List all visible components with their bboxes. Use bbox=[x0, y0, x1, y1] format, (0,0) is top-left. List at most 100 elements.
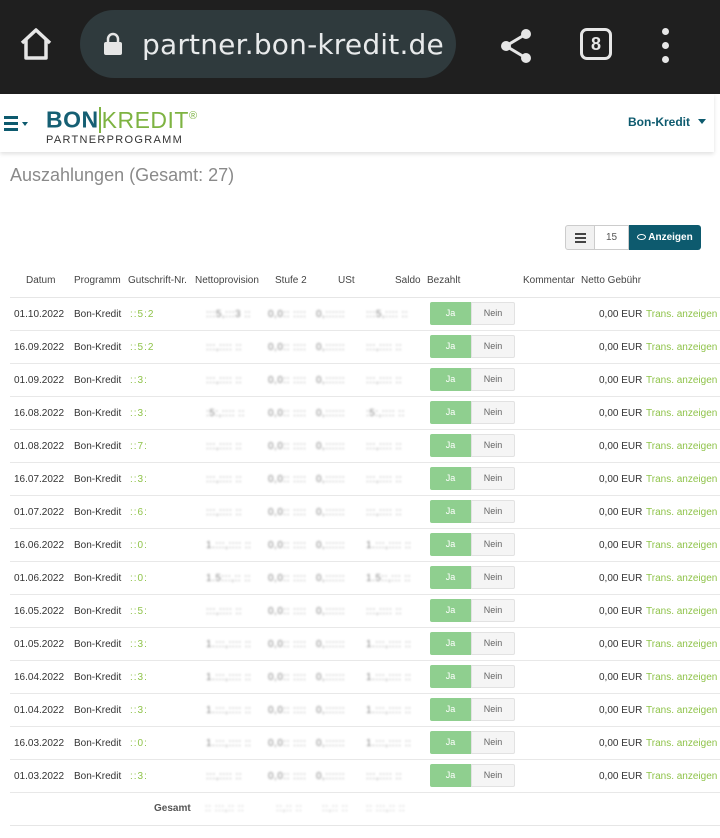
row-nettoprovision: :5:,:::: :: bbox=[206, 408, 245, 419]
row-transactions-link[interactable]: Trans. anzeigen bbox=[646, 705, 717, 716]
paid-yes-button[interactable]: Ja bbox=[430, 632, 471, 655]
paid-yes-button[interactable]: Ja bbox=[430, 434, 471, 457]
paid-no-button[interactable]: Nein bbox=[471, 731, 515, 754]
home-icon[interactable] bbox=[16, 24, 56, 64]
row-transactions-link[interactable]: Trans. anzeigen bbox=[646, 507, 717, 518]
hamburger-menu-icon[interactable] bbox=[4, 114, 30, 132]
list-icon[interactable] bbox=[565, 225, 595, 250]
row-transactions-link[interactable]: Trans. anzeigen bbox=[646, 474, 717, 485]
row-credit-number[interactable]: ::3: bbox=[130, 474, 148, 485]
paid-yes-button[interactable]: Ja bbox=[430, 500, 471, 523]
paid-yes-button[interactable]: Ja bbox=[430, 335, 471, 358]
row-transactions-link[interactable]: Trans. anzeigen bbox=[646, 639, 717, 650]
paid-no-button[interactable]: Nein bbox=[471, 599, 515, 622]
row-saldo: :::,:::: :: bbox=[366, 441, 403, 452]
paid-yes-button[interactable]: Ja bbox=[430, 467, 471, 490]
row-credit-number[interactable]: ::6: bbox=[130, 507, 148, 518]
table-body: 01.10.2022 Bon-Kredit::5:2:::5,:::3 :: 0,0… bbox=[10, 298, 720, 793]
row-saldo: 1.5::,::: :: bbox=[366, 573, 411, 584]
paid-no-button[interactable]: Nein bbox=[471, 368, 515, 391]
chevron-down-icon[interactable] bbox=[698, 119, 706, 124]
table-row: 01.09.2022 Bon-Kredit::3::::,:::: :: 0,0::… bbox=[10, 364, 720, 397]
row-nettoprovision: :::5,:::3 :: bbox=[206, 309, 251, 320]
paid-yes-button[interactable]: Ja bbox=[430, 665, 471, 688]
paid-no-button[interactable]: Nein bbox=[471, 566, 515, 589]
share-icon[interactable] bbox=[498, 26, 534, 66]
paid-no-button[interactable]: Nein bbox=[471, 401, 515, 424]
row-transactions-link[interactable]: Trans. anzeigen bbox=[646, 375, 717, 386]
row-transactions-link[interactable]: Trans. anzeigen bbox=[646, 771, 717, 782]
paid-yes-button[interactable]: Ja bbox=[430, 401, 471, 424]
paid-yes-button[interactable]: Ja bbox=[430, 533, 471, 556]
row-credit-number[interactable]: ::0: bbox=[130, 738, 148, 749]
paid-no-button[interactable]: Nein bbox=[471, 632, 515, 655]
paid-no-button[interactable]: Nein bbox=[471, 434, 515, 457]
paid-yes-button[interactable]: Ja bbox=[430, 368, 471, 391]
paid-no-button[interactable]: Nein bbox=[471, 302, 515, 325]
col-gutschrift[interactable]: Gutschrift-Nr. bbox=[128, 275, 187, 286]
browser-toolbar: partner.bon-kredit.de 8 bbox=[0, 0, 720, 94]
row-credit-number[interactable]: ::3: bbox=[130, 705, 148, 716]
paid-no-button[interactable]: Nein bbox=[471, 698, 515, 721]
paid-yes-button[interactable]: Ja bbox=[430, 698, 471, 721]
row-transactions-link[interactable]: Trans. anzeigen bbox=[646, 672, 717, 683]
row-transactions-link[interactable]: Trans. anzeigen bbox=[646, 573, 717, 584]
col-datum[interactable]: Datum bbox=[26, 275, 55, 286]
row-transactions-link[interactable]: Trans. anzeigen bbox=[646, 441, 717, 452]
row-credit-number[interactable]: ::3: bbox=[130, 771, 148, 782]
row-netto-gebuehr: 0,00 EUR bbox=[599, 474, 643, 485]
col-programm[interactable]: Programm bbox=[74, 275, 121, 286]
row-credit-number[interactable]: ::3: bbox=[130, 375, 148, 386]
url-text[interactable]: partner.bon-kredit.de bbox=[142, 28, 444, 61]
col-stufe2[interactable]: Stufe 2 bbox=[275, 275, 307, 286]
address-bar[interactable]: partner.bon-kredit.de bbox=[80, 10, 456, 78]
row-credit-number[interactable]: ::3: bbox=[130, 408, 148, 419]
paid-no-button[interactable]: Nein bbox=[471, 665, 515, 688]
paid-yes-button[interactable]: Ja bbox=[430, 764, 471, 787]
row-credit-number[interactable]: ::7: bbox=[130, 441, 148, 452]
row-credit-number[interactable]: ::3: bbox=[130, 672, 148, 683]
row-credit-number[interactable]: ::0: bbox=[130, 540, 148, 551]
paid-no-button[interactable]: Nein bbox=[471, 764, 515, 787]
row-credit-number[interactable]: ::3: bbox=[130, 639, 148, 650]
show-button[interactable]: Anzeigen bbox=[629, 225, 701, 250]
row-credit-number[interactable]: ::5:2 bbox=[130, 342, 154, 353]
row-program: Bon-Kredit bbox=[74, 540, 122, 551]
row-transactions-link[interactable]: Trans. anzeigen bbox=[646, 738, 717, 749]
row-credit-number[interactable]: ::0: bbox=[130, 573, 148, 584]
row-netto-gebuehr: 0,00 EUR bbox=[599, 738, 643, 749]
tab-switcher-button[interactable]: 8 bbox=[580, 28, 612, 60]
row-saldo: :::,:::: :: bbox=[366, 342, 403, 353]
paid-no-button[interactable]: Nein bbox=[471, 533, 515, 556]
paid-no-button[interactable]: Nein bbox=[471, 467, 515, 490]
row-credit-number[interactable]: ::5: bbox=[130, 606, 148, 617]
col-nettoprovision[interactable]: Nettoprovision bbox=[195, 275, 259, 286]
overflow-menu-icon[interactable] bbox=[654, 26, 678, 66]
row-stufe2: 0,0:: :::: bbox=[268, 573, 307, 584]
row-date: 16.05.2022 bbox=[14, 606, 65, 617]
row-transactions-link[interactable]: Trans. anzeigen bbox=[646, 540, 717, 551]
per-page-input[interactable]: 15 bbox=[595, 225, 629, 250]
row-transactions-link[interactable]: Trans. anzeigen bbox=[646, 606, 717, 617]
row-transactions-link[interactable]: Trans. anzeigen bbox=[646, 309, 717, 320]
row-ust: 0,:::::: bbox=[316, 342, 346, 353]
account-menu[interactable]: Bon-Kredit bbox=[628, 115, 690, 129]
row-saldo: :::,:::: :: bbox=[366, 771, 403, 782]
paid-no-button[interactable]: Nein bbox=[471, 500, 515, 523]
bon-kredit-logo[interactable]: BON KREDIT® PARTNERPROGRAMM bbox=[46, 104, 198, 146]
paid-yes-button[interactable]: Ja bbox=[430, 566, 471, 589]
col-saldo[interactable]: Saldo bbox=[395, 275, 421, 286]
row-ust: 0,:::::: bbox=[316, 672, 346, 683]
col-bezahlt[interactable]: Bezahlt bbox=[427, 275, 460, 286]
paid-yes-button[interactable]: Ja bbox=[430, 599, 471, 622]
row-transactions-link[interactable]: Trans. anzeigen bbox=[646, 408, 717, 419]
row-stufe2: 0,0:: :::: bbox=[268, 705, 307, 716]
col-netto-gebuehr[interactable]: Netto Gebühr bbox=[581, 275, 641, 286]
paid-no-button[interactable]: Nein bbox=[471, 335, 515, 358]
col-ust[interactable]: USt bbox=[338, 275, 355, 286]
paid-yes-button[interactable]: Ja bbox=[430, 302, 471, 325]
paid-yes-button[interactable]: Ja bbox=[430, 731, 471, 754]
col-kommentar[interactable]: Kommentar bbox=[523, 275, 575, 286]
row-credit-number[interactable]: ::5:2 bbox=[130, 309, 154, 320]
row-transactions-link[interactable]: Trans. anzeigen bbox=[646, 342, 717, 353]
